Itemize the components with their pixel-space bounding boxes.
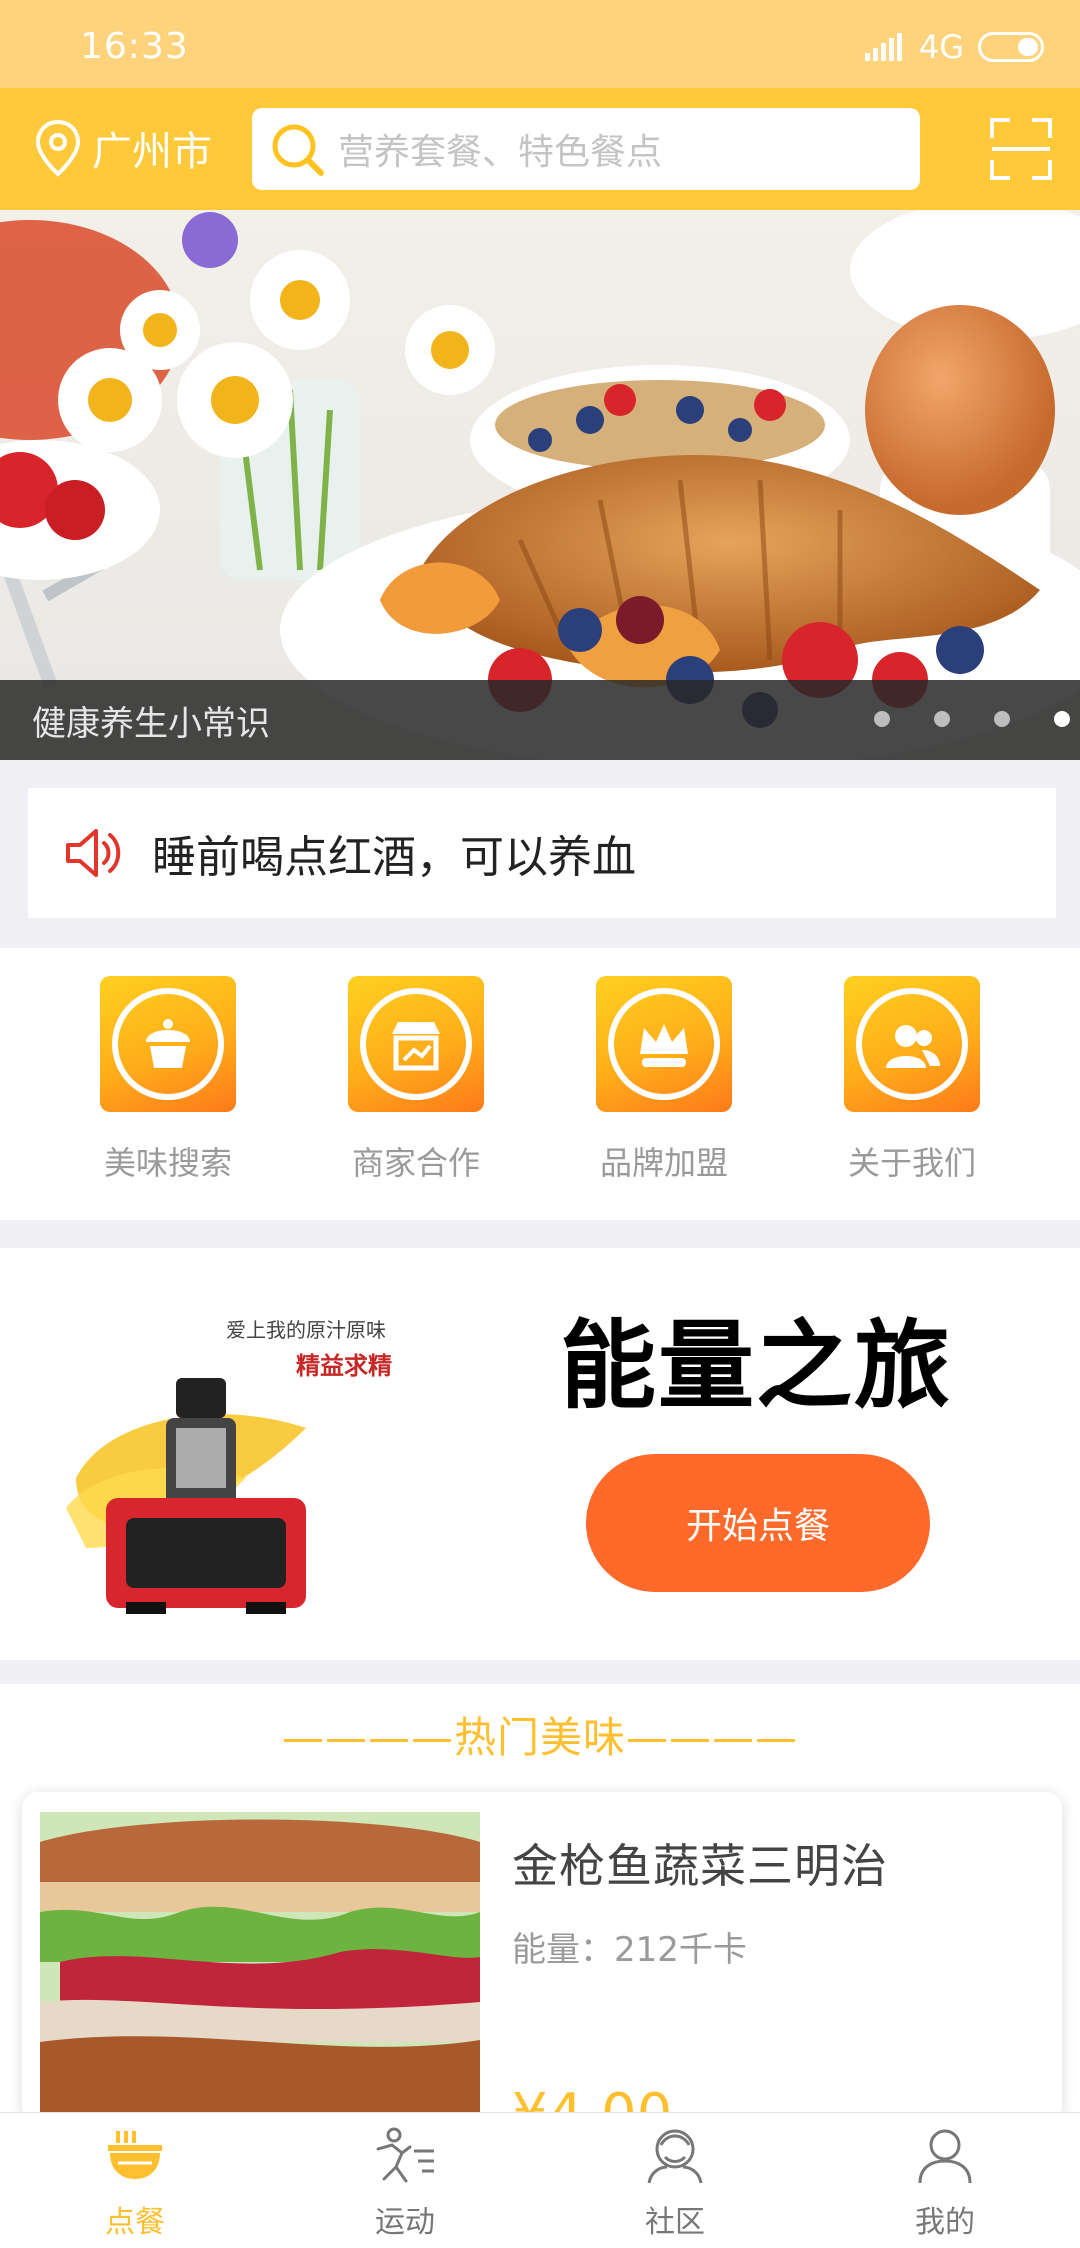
promo-section: 爱上我的原汁原味 精益求精 能量之旅 开始点餐 (0, 1248, 1080, 1660)
breakfast-banner-image (0, 210, 1080, 760)
tab-label: 点餐 (105, 2205, 165, 2240)
bowl-icon (108, 2131, 162, 2179)
battery-icon (978, 32, 1044, 62)
tab-label: 社区 (645, 2205, 705, 2240)
banner-carousel[interactable]: 健康养生小常识 (0, 210, 1080, 760)
food-image (40, 1812, 480, 2112)
tab-sport[interactable]: 运动 (270, 2127, 540, 2241)
shop-icon (348, 976, 484, 1112)
people-icon (844, 976, 980, 1112)
city-selector[interactable]: 广州市 (32, 118, 212, 178)
tab-community[interactable]: 社区 (540, 2127, 810, 2241)
search-icon (272, 124, 324, 176)
carousel-dot[interactable] (874, 711, 890, 727)
shortcut-merchant[interactable]: 商家合作 (306, 976, 526, 1184)
search-placeholder: 营养套餐、特色餐点 (338, 132, 663, 173)
carousel-indicators (874, 711, 1070, 727)
speaker-icon (66, 829, 121, 877)
status-time: 16:33 (80, 26, 189, 67)
start-order-button[interactable]: 开始点餐 (586, 1454, 930, 1592)
banner-caption-text: 健康养生小常识 (32, 703, 270, 744)
tab-label: 运动 (375, 2205, 435, 2240)
shortcut-label: 美味搜索 (103, 1144, 232, 1182)
shortcut-grid: 美味搜索 商家合作 品牌加盟 关于我们 (0, 948, 1080, 1220)
notice-text: 睡前喝点红酒，可以养血 (152, 832, 636, 883)
shortcut-search[interactable]: 美味搜索 (58, 976, 278, 1184)
promo-title: 能量之旅 (560, 1310, 952, 1422)
carousel-dot[interactable] (934, 711, 950, 727)
status-bar: 16:33 4G (0, 0, 1080, 88)
food-energy: 能量：212千卡 (512, 1930, 747, 1970)
shortcut-about[interactable]: 关于我们 (802, 976, 1022, 1184)
shortcut-label: 关于我们 (847, 1144, 976, 1182)
runner-icon (376, 2127, 434, 2183)
tab-profile[interactable]: 我的 (810, 2127, 1080, 2241)
bottom-tab-bar: 点餐 运动 社区 我的 (0, 2112, 1080, 2248)
signal-icon (864, 33, 902, 61)
tab-label: 我的 (915, 2205, 975, 2240)
notice-bar[interactable]: 睡前喝点红酒，可以养血 (28, 788, 1056, 918)
user-icon (918, 2129, 972, 2184)
food-card[interactable]: 金枪鱼蔬菜三明治 能量：212千卡 ¥4.00 (22, 1792, 1062, 2122)
cupcake-icon (100, 976, 236, 1112)
shortcut-label: 商家合作 (351, 1144, 480, 1182)
top-bar: 广州市 营养套餐、特色餐点 (0, 88, 1080, 210)
carousel-dot-active[interactable] (1054, 711, 1070, 727)
city-name: 广州市 (92, 129, 212, 175)
network-type: 4G (918, 28, 964, 66)
shortcut-franchise[interactable]: 品牌加盟 (554, 976, 774, 1184)
location-pin-icon (35, 119, 81, 177)
shortcut-label: 品牌加盟 (599, 1144, 728, 1182)
promo-tagline: 爱上我的原汁原味 (226, 1318, 386, 1342)
tab-order[interactable]: 点餐 (0, 2127, 270, 2241)
community-icon (647, 2129, 703, 2184)
crown-icon (596, 976, 732, 1112)
carousel-dot[interactable] (994, 711, 1010, 727)
status-indicators: 4G (864, 28, 1044, 66)
scan-icon[interactable] (990, 118, 1052, 180)
food-name: 金枪鱼蔬菜三明治 (512, 1839, 888, 1893)
juicer-image (66, 1378, 306, 1614)
hot-title: ————热门美味———— (281, 1713, 798, 1762)
search-input[interactable]: 营养套餐、特色餐点 (252, 108, 920, 190)
